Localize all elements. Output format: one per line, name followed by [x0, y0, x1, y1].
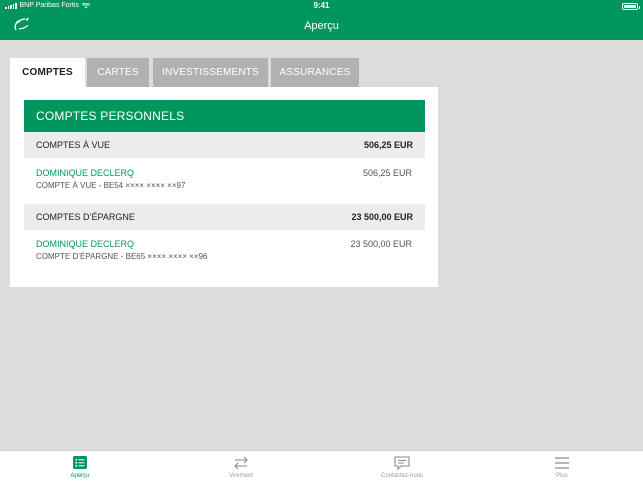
account-holder[interactable]: DOMINIQUE DECLERQ — [36, 239, 134, 249]
nav-virement[interactable]: Virement — [181, 451, 301, 482]
account-holder[interactable]: DOMINIQUE DECLERQ — [36, 168, 134, 178]
nav-label: Virement — [229, 473, 253, 479]
group-header-current: COMPTES À VUE 506,25 EUR — [24, 132, 425, 158]
account-iban: COMPTE À VUE - BE54 ×××× ×××× ××97 — [36, 181, 186, 190]
status-time: 9:41 — [313, 1, 330, 10]
bottom-tab-bar: Aperçu Virement Contactez-nous Plus — [0, 450, 643, 482]
group-label: COMPTES À VUE — [36, 140, 111, 150]
tab-comptes[interactable]: COMPTES — [10, 58, 85, 87]
nav-contactez-nous[interactable]: Contactez-nous — [342, 451, 462, 482]
battery-icon — [622, 3, 640, 10]
tab-assurances[interactable]: ASSURANCES — [271, 58, 359, 87]
transfer-arrows-icon — [234, 456, 248, 470]
group-total: 506,25 EUR — [363, 140, 413, 150]
tab-investissements[interactable]: INVESTISSEMENTS — [153, 58, 268, 87]
nav-label: Plus — [556, 473, 568, 479]
account-balance: 506,25 EUR — [362, 168, 412, 178]
group-label: COMPTES D’ÉPARGNE — [36, 212, 135, 222]
top-bar: BNP Paribas Fortis 9:41 Aperçu — [0, 0, 643, 40]
nav-label: Aperçu — [70, 473, 90, 479]
account-row-current[interactable]: DOMINIQUE DECLERQ COMPTE À VUE - BE54 ××… — [24, 160, 425, 200]
nav-apercu[interactable]: Aperçu — [20, 451, 140, 482]
nav-plus[interactable]: Plus — [502, 451, 622, 482]
section-title: COMPTES PERSONNELS — [24, 100, 425, 132]
group-total: 23 500,00 EUR — [351, 212, 413, 222]
nav-label: Contactez-nous — [380, 473, 424, 479]
account-balance: 23 500,00 EUR — [350, 239, 412, 249]
account-row-savings[interactable]: DOMINIQUE DECLERQ COMPTE D’ÉPARGNE - BE6… — [24, 231, 425, 271]
menu-icon — [555, 457, 569, 469]
list-icon — [73, 456, 87, 469]
status-bar: BNP Paribas Fortis 9:41 — [0, 0, 643, 12]
tab-cartes[interactable]: CARTES — [87, 58, 149, 87]
account-iban: COMPTE D’ÉPARGNE - BE65 ×××× ×××× ××96 — [36, 252, 208, 261]
chat-bubble-icon — [394, 456, 410, 471]
group-header-savings: COMPTES D’ÉPARGNE 23 500,00 EUR — [24, 204, 425, 230]
page-title: Aperçu — [304, 20, 339, 32]
